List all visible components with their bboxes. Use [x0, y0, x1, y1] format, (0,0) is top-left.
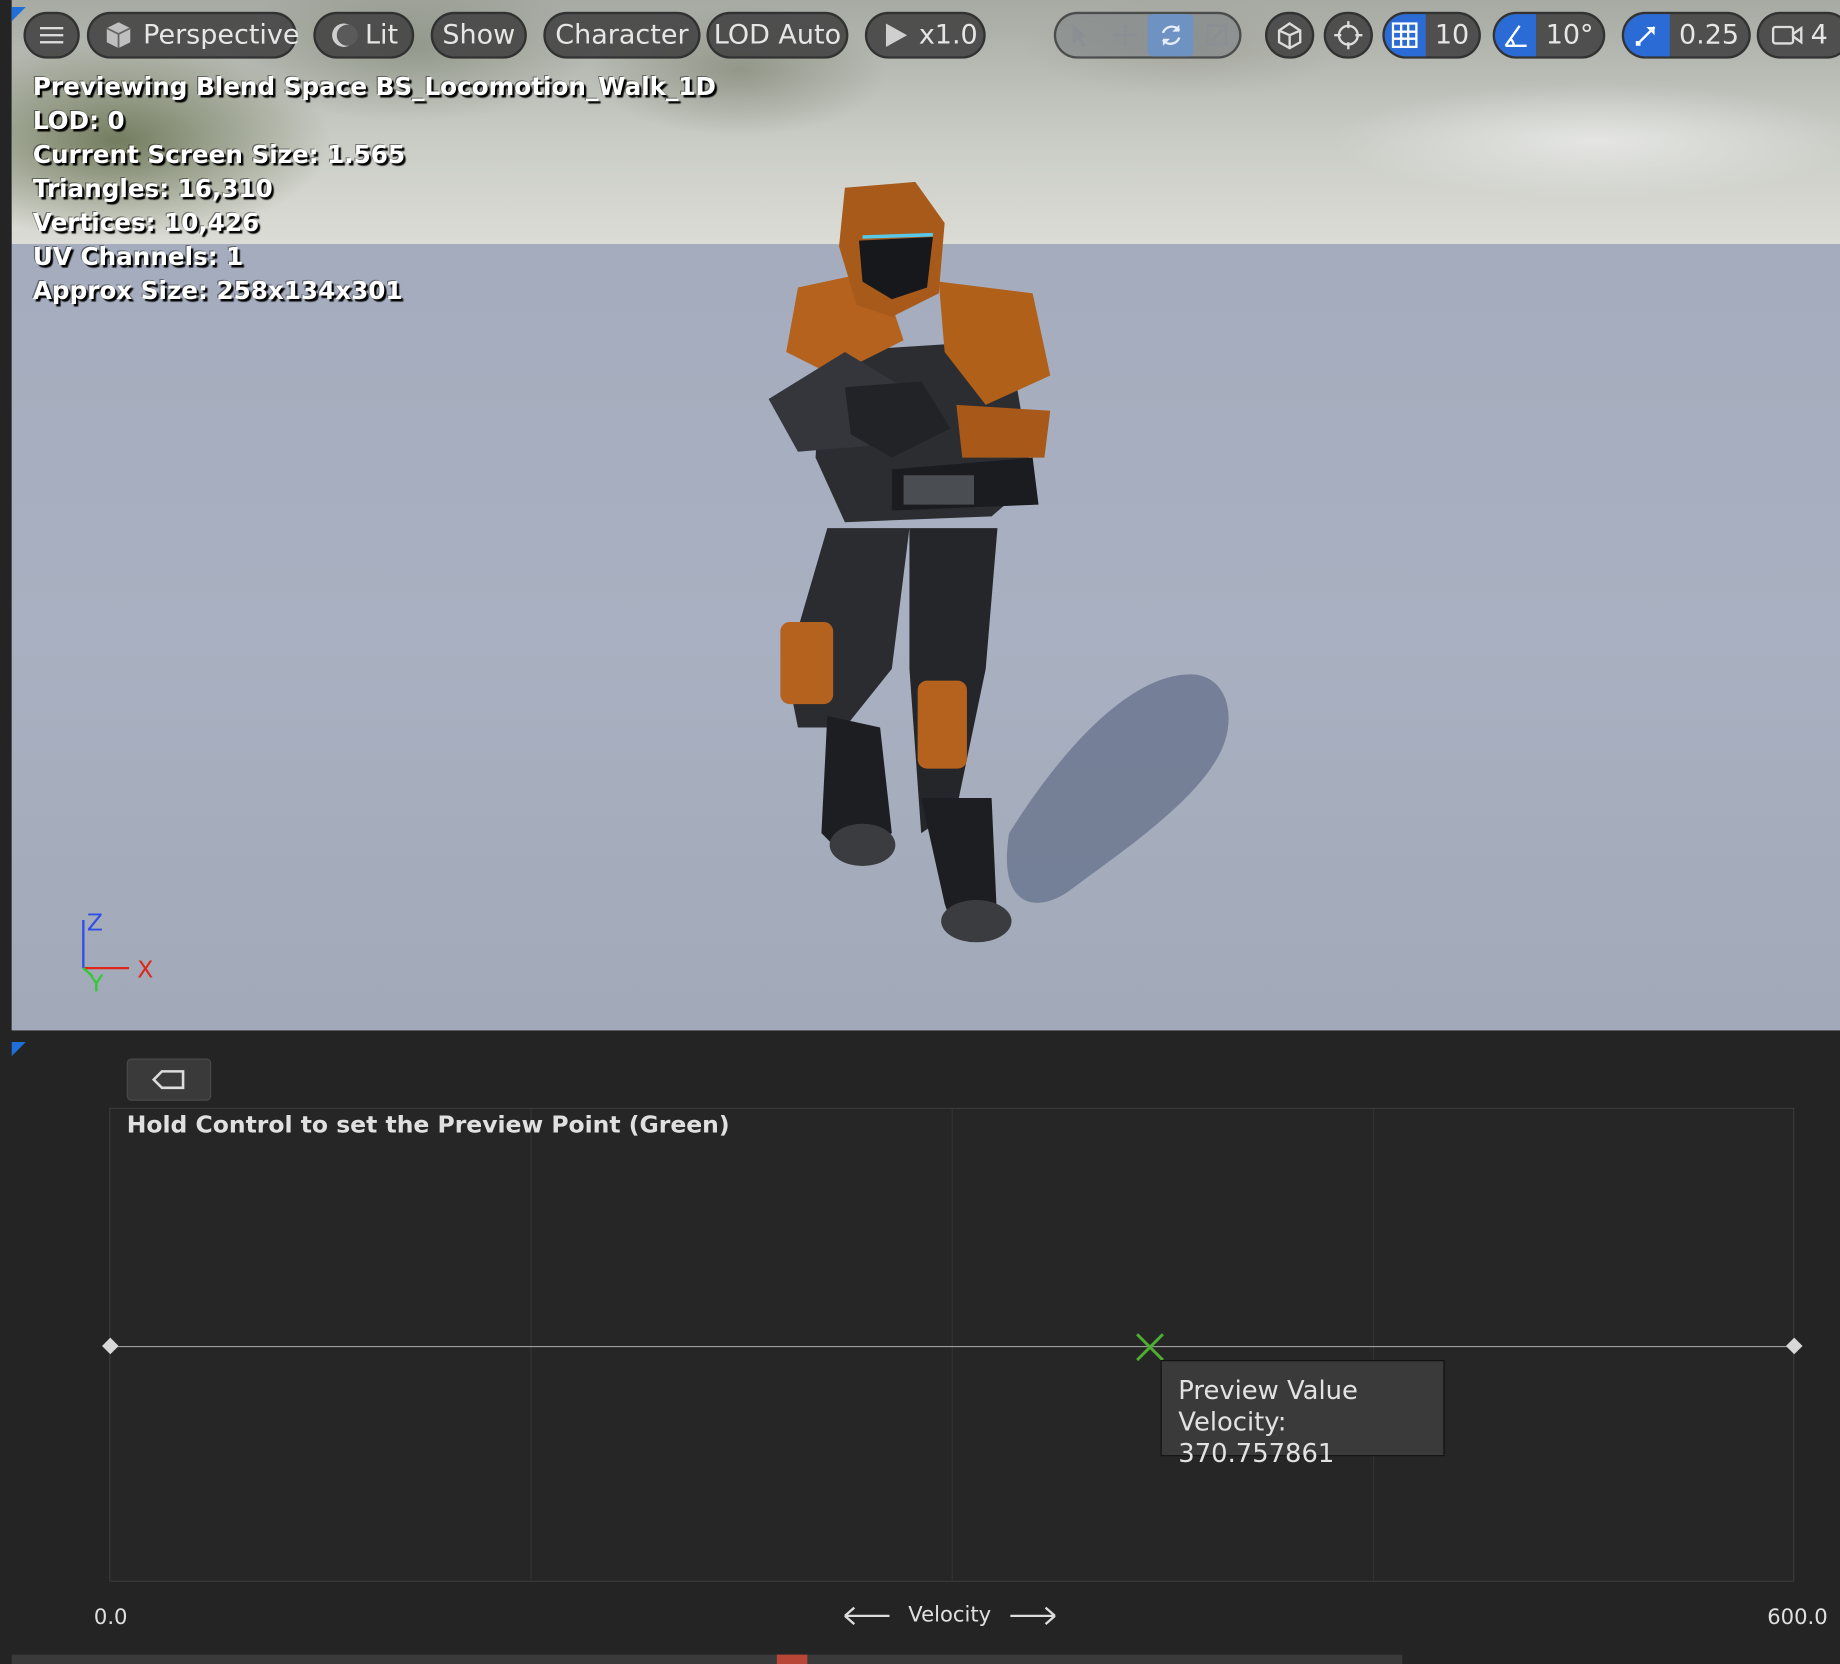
tooltip-value: Velocity: 370.757861 — [1178, 1408, 1335, 1470]
arrow-right-icon — [1009, 1606, 1056, 1625]
blend-axis-line — [110, 1345, 1794, 1348]
blend-space-grid[interactable]: Hold Control to set the Preview Point (G… — [102, 1107, 1803, 1582]
lod-label: LOD Auto — [713, 19, 842, 51]
preview-viewport[interactable]: Perspective Lit Show Character LOD Auto … — [11, 0, 1840, 1031]
panel-focus-marker — [11, 1042, 26, 1057]
sample-point-min[interactable] — [102, 1337, 119, 1355]
uv-channels-info: UV Channels: 1 — [32, 242, 244, 272]
camera-speed-value: 4 — [1810, 19, 1828, 51]
show-button[interactable]: Show — [430, 11, 527, 59]
surface-snap-button[interactable] — [1323, 11, 1373, 59]
scale-arrow-icon — [1624, 14, 1670, 57]
arrow-left-icon — [844, 1606, 890, 1625]
preview-value-tooltip: Preview Value Velocity: 370.757861 — [1160, 1360, 1445, 1469]
triangles-info: Triangles: 16,310 — [32, 174, 273, 204]
tooltip-title: Preview Value — [1178, 1376, 1358, 1406]
hamburger-icon — [39, 26, 64, 44]
preview-hint: Hold Control to set the Preview Point (G… — [126, 1110, 730, 1139]
tag-icon — [151, 1070, 185, 1090]
viewport-stats: Previewing Blend Space BS_Locomotion_Wal… — [33, 70, 716, 308]
playback-speed-label: x1.0 — [918, 19, 978, 51]
select-tool-icon[interactable] — [1056, 14, 1102, 56]
angle-icon — [1495, 14, 1537, 57]
axis-gizmo: Z X Y — [76, 904, 170, 998]
scale-tool-icon[interactable] — [1193, 14, 1239, 56]
grid-snap-value: 10 — [1434, 19, 1470, 51]
snap-icon — [1334, 21, 1363, 50]
viewport-focus-marker — [11, 7, 26, 22]
lit-sphere-icon — [316, 21, 358, 49]
grid-icon — [1384, 14, 1426, 57]
grid-snap-button[interactable]: 10 — [1382, 11, 1481, 59]
cube-icon — [89, 20, 134, 51]
lighting-mode-label: Lit — [364, 19, 399, 51]
vertices-info: Vertices: 10,426 — [32, 208, 260, 238]
camera-icon — [1759, 22, 1804, 48]
blend-space-panel: Hold Control to set the Preview Point (G… — [11, 1039, 1840, 1664]
view-mode-label: Perspective — [143, 19, 300, 51]
character-button[interactable]: Character — [543, 11, 701, 59]
blend-space-editor: Perspective Lit Show Character LOD Auto … — [0, 0, 1840, 1664]
screen-size-info: Current Screen Size: 1.565 — [32, 140, 406, 169]
main-menu-button[interactable] — [23, 11, 80, 59]
camera-speed-button[interactable]: 4 — [1756, 11, 1840, 59]
axis-y-label: Y — [89, 969, 104, 998]
timeline-scrollbar[interactable] — [11, 1654, 1403, 1664]
preview-info: Previewing Blend Space BS_Locomotion_Wal… — [32, 72, 716, 101]
transform-tools — [1053, 11, 1242, 59]
lighting-mode-button[interactable]: Lit — [313, 11, 415, 59]
axis-name-label: Velocity — [908, 1602, 992, 1628]
back-button[interactable] — [126, 1058, 212, 1101]
view-mode-button[interactable]: Perspective — [86, 11, 299, 59]
rotation-snap-button[interactable]: 10° — [1492, 11, 1606, 59]
grid-line — [951, 1108, 953, 1581]
axis-x-label: X — [137, 955, 154, 984]
axis-z-label: Z — [86, 908, 103, 937]
translate-tool-icon[interactable] — [1102, 14, 1148, 56]
axis-max-label: 600.0 — [1767, 1605, 1828, 1630]
grid-line — [1372, 1108, 1375, 1581]
scale-snap-value: 0.25 — [1678, 19, 1740, 51]
timeline-scrubber[interactable] — [776, 1654, 808, 1664]
show-label: Show — [442, 19, 516, 51]
rotate-tool-icon[interactable] — [1147, 14, 1194, 57]
axis-min-label: 0.0 — [93, 1605, 128, 1630]
playback-speed-button[interactable]: x1.0 — [864, 11, 986, 59]
axis-name: Velocity — [840, 1603, 1059, 1628]
lod-button[interactable]: LOD Auto — [706, 11, 849, 59]
scale-snap-button[interactable]: 0.25 — [1621, 11, 1751, 59]
sample-point-max[interactable] — [1785, 1337, 1803, 1355]
local-world-toggle-button[interactable] — [1265, 11, 1315, 59]
lod-info: LOD: 0 — [32, 106, 125, 135]
approx-size-info: Approx Size: 258x134x301 — [32, 276, 403, 306]
preview-point-icon[interactable] — [1135, 1332, 1166, 1363]
character-label: Character — [555, 19, 689, 51]
rotation-snap-value: 10° — [1545, 19, 1594, 51]
character-model — [768, 181, 1229, 943]
world-axes-icon — [1277, 22, 1302, 50]
play-icon — [867, 21, 909, 49]
grid-line — [530, 1108, 532, 1581]
